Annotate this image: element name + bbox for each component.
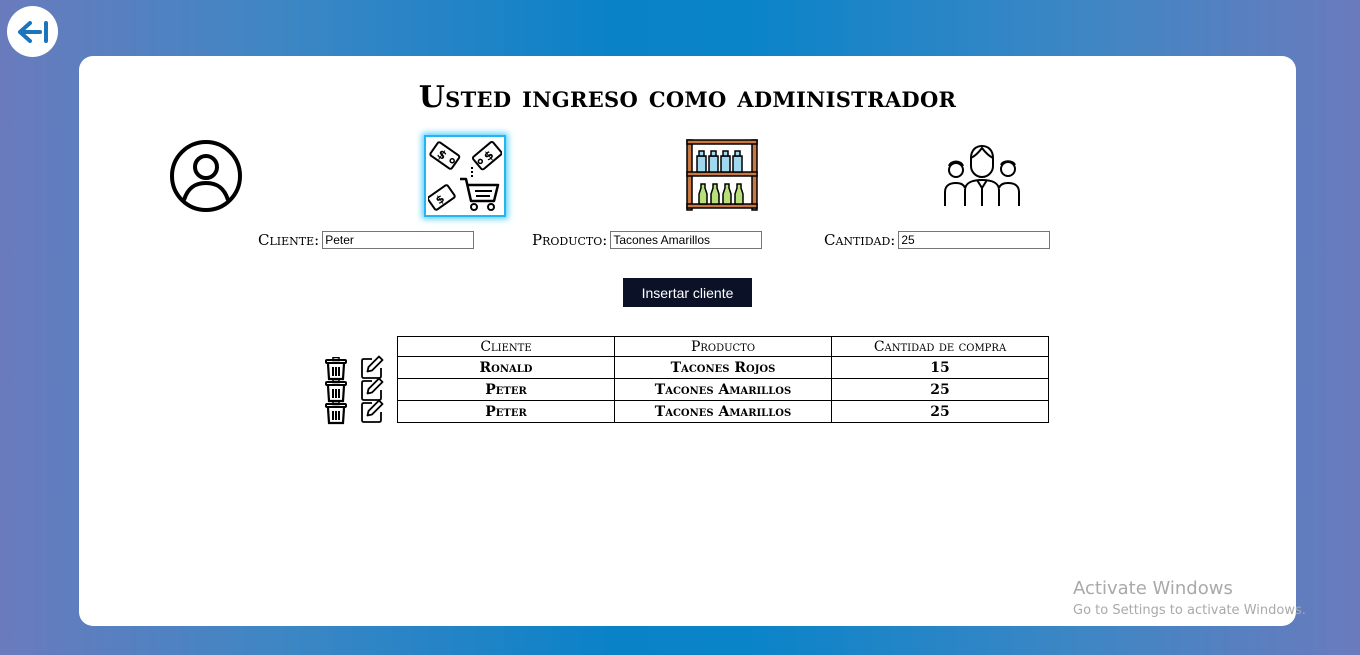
inventory-nav-button[interactable] <box>685 138 759 212</box>
admin-panel: Usted ingreso como administrador $ $ $ C… <box>79 56 1296 626</box>
cantidad-input[interactable] <box>898 231 1051 249</box>
column-header-producto: Producto <box>614 336 832 357</box>
back-button[interactable] <box>7 6 58 57</box>
clients-nav-button[interactable] <box>943 144 1021 208</box>
column-header-cliente: Cliente <box>397 336 615 357</box>
trash-icon[interactable] <box>325 401 347 425</box>
user-circle-icon <box>170 140 242 212</box>
product-nav-button[interactable]: $ $ $ <box>424 135 506 217</box>
cell-cliente: Peter <box>397 378 615 401</box>
shopping-cart-price-tags-icon: $ $ $ <box>428 140 502 211</box>
table-header-row: Cliente Producto Cantidad de compra <box>397 336 1049 357</box>
cantidad-field-group: Cantidad: <box>824 231 1051 249</box>
trash-icon[interactable] <box>325 379 347 403</box>
watermark-subtitle: Go to Settings to activate Windows. <box>1073 603 1306 618</box>
cell-cantidad: 25 <box>831 378 1049 401</box>
client-nav-button[interactable] <box>168 138 244 214</box>
trash-icon[interactable] <box>325 357 347 381</box>
page-title: Usted ingreso como administrador <box>418 80 957 115</box>
insert-client-button[interactable]: Insertar cliente <box>623 278 752 307</box>
cell-cliente: Ronald <box>397 356 615 379</box>
cliente-field-group: Cliente: <box>258 231 475 249</box>
cell-cliente: Peter <box>397 400 615 423</box>
cell-producto: Tacones Amarillos <box>614 400 832 423</box>
table-row: Peter Tacones Amarillos 25 <box>397 378 1049 401</box>
back-arrow-icon <box>17 20 48 43</box>
producto-input[interactable] <box>610 231 763 249</box>
pencil-edit-icon[interactable] <box>360 355 384 379</box>
purchases-table: Cliente Producto Cantidad de compra Rona… <box>397 336 1049 423</box>
cliente-input[interactable] <box>322 231 475 249</box>
cell-cantidad: 25 <box>831 400 1049 423</box>
watermark-title: Activate Windows <box>1073 578 1233 599</box>
people-group-icon <box>944 144 1020 206</box>
table-row: Peter Tacones Amarillos 25 <box>397 400 1049 423</box>
producto-field-group: Producto: <box>532 231 763 249</box>
activate-windows-watermark: Activate Windows Go to Settings to activ… <box>1073 578 1306 622</box>
pencil-edit-icon[interactable] <box>360 399 384 423</box>
cell-cantidad: 15 <box>831 356 1049 379</box>
pencil-edit-icon[interactable] <box>360 377 384 401</box>
shelf-bottles-icon <box>686 139 758 211</box>
cliente-label: Cliente: <box>258 231 320 249</box>
cantidad-label: Cantidad: <box>824 231 896 249</box>
cell-producto: Tacones Rojos <box>614 356 832 379</box>
table-row: Ronald Tacones Rojos 15 <box>397 356 1049 379</box>
column-header-cantidad: Cantidad de compra <box>831 336 1049 357</box>
producto-label: Producto: <box>532 231 608 249</box>
row-actions <box>325 399 385 425</box>
cell-producto: Tacones Amarillos <box>614 378 832 401</box>
row-actions <box>325 355 385 381</box>
row-actions <box>325 377 385 403</box>
